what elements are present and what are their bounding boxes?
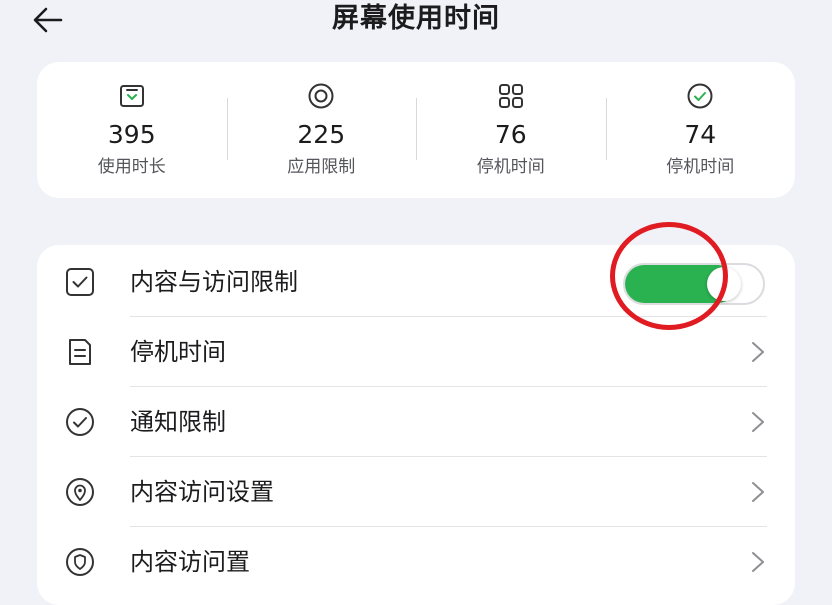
row-label: 通知限制	[130, 408, 226, 436]
target-circle-icon	[308, 83, 334, 109]
chevron-right-icon	[752, 552, 764, 572]
header: 屏幕使用时间	[0, 0, 832, 44]
stat-value: 395	[107, 120, 156, 149]
stat-app-limits[interactable]: 225 应用限制	[226, 62, 417, 198]
content-access-settings-row[interactable]: 内容访问设置	[37, 457, 795, 527]
content-access-toggle[interactable]	[623, 263, 765, 305]
check-circle-icon	[687, 83, 713, 109]
notification-limits-row[interactable]: 通知限制	[37, 387, 795, 457]
row-label: 内容访问设置	[130, 478, 274, 506]
document-icon	[69, 339, 91, 365]
location-pin-icon	[66, 478, 94, 506]
stats-card: 395 使用时长 225 应用限制 76 停机时间 74 停机时间	[37, 62, 795, 198]
chevron-right-icon	[752, 342, 764, 362]
stat-label: 停机时间	[666, 157, 735, 177]
stat-downtime-2[interactable]: 74 停机时间	[605, 62, 796, 198]
stat-label: 使用时长	[97, 157, 166, 177]
content-access-row[interactable]: 内容访问置	[37, 527, 795, 597]
download-box-icon	[119, 85, 144, 107]
toggle-knob	[707, 267, 741, 301]
stat-downtime[interactable]: 76 停机时间	[416, 62, 606, 198]
stat-label: 应用限制	[287, 157, 356, 177]
shield-icon	[66, 548, 94, 576]
chevron-right-icon	[752, 412, 764, 432]
stat-value: 225	[297, 120, 346, 149]
row-label: 停机时间	[130, 338, 226, 366]
page-title: 屏幕使用时间	[332, 3, 500, 34]
settings-list: 内容与访问限制 停机时间 通知限制 内容访问设置 内容访问置	[37, 245, 795, 605]
downtime-row[interactable]: 停机时间	[37, 317, 795, 387]
stat-usage-duration[interactable]: 395 使用时长	[37, 62, 227, 198]
stat-value: 74	[684, 120, 717, 149]
check-circle-icon	[66, 408, 94, 436]
content-access-restrictions-row: 内容与访问限制	[37, 247, 795, 317]
four-squares-icon	[498, 84, 523, 108]
stat-label: 停机时间	[476, 157, 545, 177]
stat-value: 76	[494, 120, 527, 149]
row-label: 内容与访问限制	[130, 268, 298, 296]
row-label: 内容访问置	[130, 548, 250, 576]
checkbox-icon	[66, 268, 94, 296]
chevron-right-icon	[752, 482, 764, 502]
